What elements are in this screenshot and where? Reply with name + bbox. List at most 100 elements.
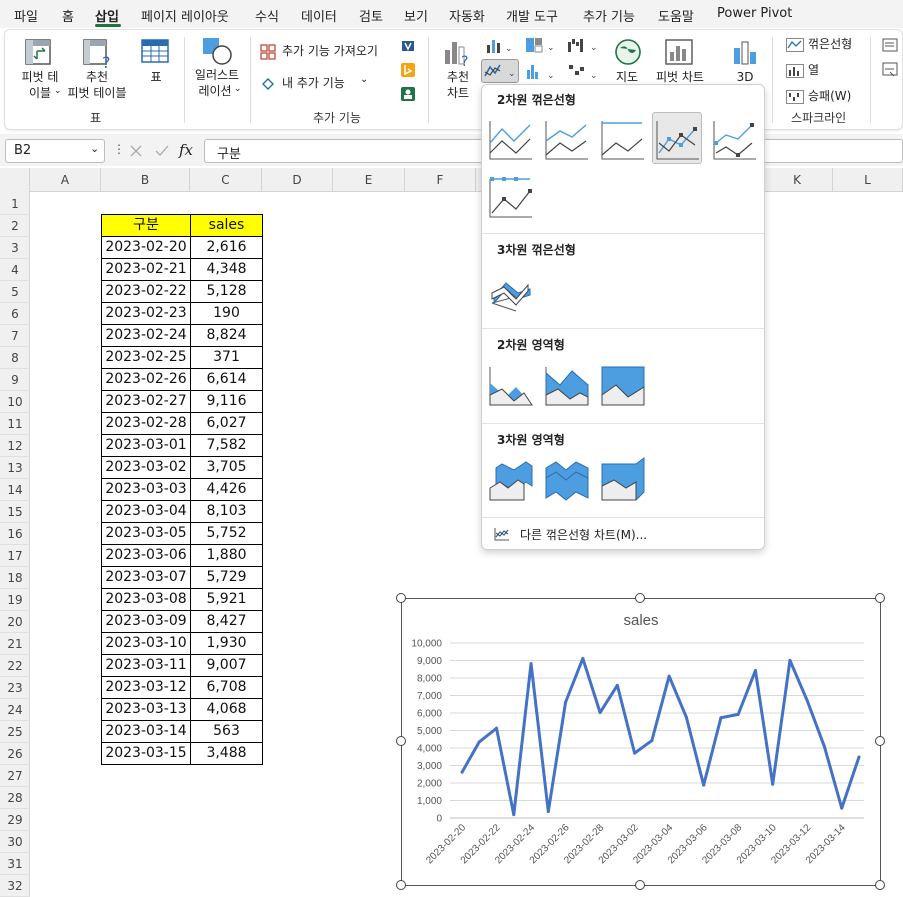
- table-cell-date[interactable]: 2023-03-12: [101, 676, 191, 699]
- table-cell-sales[interactable]: 371: [190, 346, 263, 369]
- table-cell-date[interactable]: 2023-03-10: [101, 632, 191, 655]
- table-cell-sales[interactable]: 3,488: [190, 742, 263, 765]
- row-header-10[interactable]: 10: [0, 391, 30, 413]
- table-cell-sales[interactable]: 5,128: [190, 280, 263, 303]
- tab-review[interactable]: 검토: [359, 6, 383, 25]
- row-header-4[interactable]: 4: [0, 259, 30, 281]
- column-header-D[interactable]: D: [262, 168, 333, 192]
- line-chart-button[interactable]: ⌄: [481, 59, 519, 83]
- chevron-down-icon[interactable]: ⌄: [90, 142, 99, 155]
- row-header-22[interactable]: 22: [0, 655, 30, 677]
- 3d-stacked-area-option[interactable]: [541, 453, 591, 505]
- row-header-24[interactable]: 24: [0, 699, 30, 721]
- column-header-E[interactable]: E: [333, 168, 405, 192]
- resize-handle[interactable]: [396, 736, 406, 746]
- column-header-L[interactable]: L: [833, 168, 903, 192]
- table-header-cell[interactable]: sales: [190, 214, 263, 237]
- row-header-8[interactable]: 8: [0, 347, 30, 369]
- row-header-31[interactable]: 31: [0, 853, 30, 875]
- row-header-28[interactable]: 28: [0, 787, 30, 809]
- table-cell-date[interactable]: 2023-02-23: [101, 302, 191, 325]
- table-cell-date[interactable]: 2023-02-21: [101, 258, 191, 281]
- table-cell-sales[interactable]: 2,616: [190, 236, 263, 259]
- statistic-chart-button[interactable]: ⌄: [524, 62, 560, 82]
- 100-stacked-line-markers-option[interactable]: [485, 170, 535, 222]
- table-cell-date[interactable]: 2023-03-11: [101, 654, 191, 677]
- table-cell-date[interactable]: 2023-03-05: [101, 522, 191, 545]
- line-chart-option[interactable]: [485, 112, 535, 164]
- table-cell-sales[interactable]: 190: [190, 302, 263, 325]
- sparkline-line-button[interactable]: 꺾은선형: [786, 36, 866, 54]
- sparkline-winloss-button[interactable]: 승패(W): [786, 88, 866, 106]
- column-header-F[interactable]: F: [405, 168, 476, 192]
- column-header-K[interactable]: K: [762, 168, 833, 192]
- row-header-1[interactable]: 1: [0, 193, 30, 215]
- row-header-17[interactable]: 17: [0, 545, 30, 567]
- 100-stacked-area-option[interactable]: [597, 358, 647, 410]
- 3d-line-option[interactable]: [485, 262, 535, 314]
- stacked-area-option[interactable]: [541, 358, 591, 410]
- table-cell-sales[interactable]: 8,427: [190, 610, 263, 633]
- row-header-2[interactable]: 2: [0, 215, 30, 237]
- table-cell-date[interactable]: 2023-03-07: [101, 566, 191, 589]
- table-cell-date[interactable]: 2023-02-26: [101, 368, 191, 391]
- fx-icon[interactable]: fx: [179, 141, 193, 159]
- tab-data[interactable]: 데이터: [301, 6, 337, 25]
- table-cell-sales[interactable]: 5,752: [190, 522, 263, 545]
- column-header-B[interactable]: B: [101, 168, 190, 192]
- row-header-30[interactable]: 30: [0, 831, 30, 853]
- tab-file[interactable]: 파일: [14, 6, 38, 25]
- row-header-26[interactable]: 26: [0, 743, 30, 765]
- check-icon[interactable]: [154, 143, 170, 159]
- pivot-table-button[interactable]: 피벗 테 이블 ⌄: [14, 36, 66, 112]
- resize-handle[interactable]: [635, 593, 645, 603]
- 100-stacked-line-option[interactable]: [597, 112, 647, 164]
- more-line-charts-button[interactable]: 다른 꺾은선형 차트(M)...: [494, 524, 754, 544]
- row-header-20[interactable]: 20: [0, 611, 30, 633]
- tab-formulas[interactable]: 수식: [255, 6, 279, 25]
- row-header-32[interactable]: 32: [0, 875, 30, 897]
- tab-page-layout[interactable]: 페이지 레이아웃: [141, 6, 229, 25]
- resize-handle[interactable]: [875, 736, 885, 746]
- row-header-3[interactable]: 3: [0, 237, 30, 259]
- row-header-23[interactable]: 23: [0, 677, 30, 699]
- resize-handle[interactable]: [875, 880, 885, 890]
- table-cell-sales[interactable]: 9,007: [190, 654, 263, 677]
- tab-help[interactable]: 도움말: [658, 6, 694, 25]
- table-cell-date[interactable]: 2023-03-08: [101, 588, 191, 611]
- table-cell-sales[interactable]: 4,348: [190, 258, 263, 281]
- row-header-16[interactable]: 16: [0, 523, 30, 545]
- table-cell-date[interactable]: 2023-03-15: [101, 742, 191, 765]
- table-cell-date[interactable]: 2023-03-04: [101, 500, 191, 523]
- row-header-5[interactable]: 5: [0, 281, 30, 303]
- row-header-7[interactable]: 7: [0, 325, 30, 347]
- table-cell-sales[interactable]: 5,729: [190, 566, 263, 589]
- bing-icon[interactable]: [400, 62, 416, 78]
- table-cell-date[interactable]: 2023-03-14: [101, 720, 191, 743]
- line-chart[interactable]: sales 0 1,000 2,000 3,000 4,000 5,000 6,000 7,00…: [401, 598, 881, 886]
- tab-power-pivot[interactable]: Power Pivot: [717, 6, 792, 21]
- sparkline-column-button[interactable]: 열: [786, 62, 866, 80]
- table-header-cell[interactable]: 구분: [101, 214, 191, 237]
- 3d-100-area-option[interactable]: [597, 453, 647, 505]
- table-cell-sales[interactable]: 8,824: [190, 324, 263, 347]
- table-cell-sales[interactable]: 4,426: [190, 478, 263, 501]
- row-header-15[interactable]: 15: [0, 501, 30, 523]
- area-option[interactable]: [485, 358, 535, 410]
- resize-handle[interactable]: [635, 880, 645, 890]
- table-cell-sales[interactable]: 5,921: [190, 588, 263, 611]
- waterfall-chart-button[interactable]: ⌄: [566, 36, 602, 56]
- stacked-line-option[interactable]: [541, 112, 591, 164]
- row-header-13[interactable]: 13: [0, 457, 30, 479]
- row-header-29[interactable]: 29: [0, 809, 30, 831]
- column-chart-button[interactable]: ⌄: [484, 36, 516, 56]
- table-cell-sales[interactable]: 4,068: [190, 698, 263, 721]
- hierarchy-chart-button[interactable]: ⌄: [524, 36, 560, 56]
- table-cell-sales[interactable]: 1,930: [190, 632, 263, 655]
- row-header-25[interactable]: 25: [0, 721, 30, 743]
- row-header-18[interactable]: 18: [0, 567, 30, 589]
- table-cell-date[interactable]: 2023-03-06: [101, 544, 191, 567]
- people-graph-icon[interactable]: [400, 86, 416, 102]
- table-cell-sales[interactable]: 3,705: [190, 456, 263, 479]
- table-cell-date[interactable]: 2023-03-02: [101, 456, 191, 479]
